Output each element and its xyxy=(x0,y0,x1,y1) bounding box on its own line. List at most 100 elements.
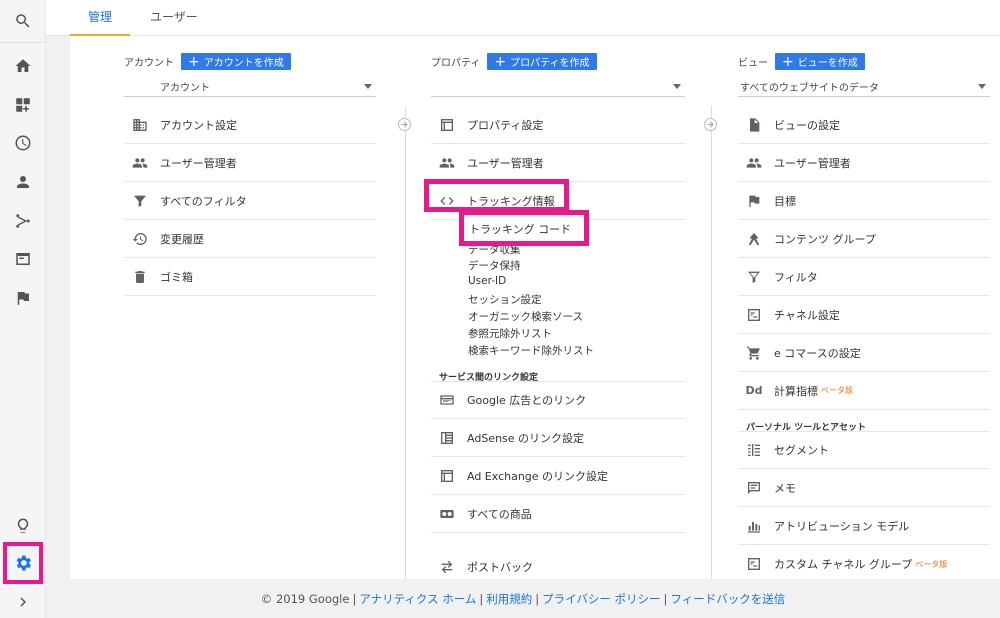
terms-link[interactable]: 利用規約 xyxy=(486,591,532,607)
calculated-metrics-item[interactable]: Dd 計算指標 ベータ版 xyxy=(738,372,990,410)
top-tab-bar: 管理 ユーザー xyxy=(46,0,1000,36)
beta-badge: ベータ版 xyxy=(821,386,853,395)
adsense-linking-item[interactable]: AdSense のリンク設定 xyxy=(431,419,685,457)
channel-icon xyxy=(746,307,762,323)
view-filters-item[interactable]: フィルタ xyxy=(738,258,990,296)
content-grouping-item[interactable]: コンテンツ グループ xyxy=(738,220,990,258)
footer-separator: | xyxy=(663,591,668,606)
footer-separator: | xyxy=(535,591,540,606)
account-change-history-item[interactable]: 変更履歴 xyxy=(124,220,376,258)
all-products-item[interactable]: すべての商品 xyxy=(431,495,685,533)
custom-channel-groupings-item[interactable]: カスタム チャネル グループ ベータ版 xyxy=(738,545,990,583)
create-view-button[interactable]: + ビューを作成 xyxy=(775,53,865,70)
account-all-filters-item[interactable]: すべてのフィルタ xyxy=(124,182,376,220)
copyright-text: © 2019 Google xyxy=(260,591,350,606)
column-divider-2 xyxy=(711,106,712,579)
view-selector[interactable]: すべてのウェブサイトのデータ xyxy=(738,77,990,97)
window-icon xyxy=(439,468,455,484)
account-trash-item[interactable]: ゴミ箱 xyxy=(124,258,376,296)
customization-icon[interactable] xyxy=(13,95,33,115)
property-selector[interactable] xyxy=(431,77,685,97)
lightbulb-icon[interactable] xyxy=(13,516,33,536)
home-icon[interactable] xyxy=(13,56,33,76)
referral-exclusion-link[interactable]: 参照元除外リスト xyxy=(468,326,552,341)
segments-item[interactable]: セグメント xyxy=(738,431,990,469)
privacy-policy-link[interactable]: プライバシー ポリシー xyxy=(542,591,660,607)
postback-icon xyxy=(439,559,455,575)
people-icon xyxy=(746,155,762,171)
note-icon xyxy=(746,480,762,496)
tab-users[interactable]: ユーザー xyxy=(132,0,216,36)
create-account-button[interactable]: + アカウントを作成 xyxy=(181,53,291,70)
dd-icon: Dd xyxy=(745,384,763,397)
footer-separator: | xyxy=(479,591,484,606)
account-settings-item[interactable]: アカウント設定 xyxy=(124,106,376,144)
admin-settings-highlight[interactable] xyxy=(3,542,43,584)
window-icon xyxy=(439,117,455,133)
caret-down-icon xyxy=(978,84,986,89)
attribution-models-item[interactable]: アトリビューション モデル xyxy=(738,507,990,545)
plus-icon: + xyxy=(188,53,200,70)
bars-icon xyxy=(746,518,762,534)
audience-person-icon[interactable] xyxy=(13,172,33,192)
search-icon[interactable] xyxy=(13,11,33,31)
behavior-icon[interactable] xyxy=(13,249,33,269)
segment-icon xyxy=(746,442,762,458)
document-icon xyxy=(746,117,762,133)
organic-search-sources-link[interactable]: オーガニック検索ソース xyxy=(468,309,583,324)
building-icon xyxy=(132,117,148,133)
arrow-right-circle-icon xyxy=(398,118,411,131)
footer-separator: | xyxy=(352,591,357,606)
data-retention-link[interactable]: データ保持 xyxy=(468,258,521,273)
filter-icon xyxy=(132,193,148,209)
realtime-clock-icon[interactable] xyxy=(13,133,33,153)
annotations-item[interactable]: メモ xyxy=(738,469,990,507)
create-property-button[interactable]: + プロパティを作成 xyxy=(487,53,597,70)
user-id-link[interactable]: User-ID xyxy=(468,275,506,287)
arrow-right-circle-icon xyxy=(704,118,717,131)
caret-down-icon xyxy=(673,84,681,89)
tracking-code-highlight: トラッキング コード xyxy=(459,210,589,246)
flag-icon xyxy=(746,193,762,209)
footer: © 2019 Google | アナリティクス ホーム | 利用規約 | プライ… xyxy=(46,579,1000,618)
channel-settings-item[interactable]: チャネル設定 xyxy=(738,296,990,334)
account-user-management-item[interactable]: ユーザー管理者 xyxy=(124,144,376,182)
column-divider-1 xyxy=(405,106,406,579)
ecommerce-settings-item[interactable]: e コマースの設定 xyxy=(738,334,990,372)
beta-badge: ベータ版 xyxy=(915,559,948,569)
tracking-code-highlight-label[interactable]: トラッキング コード xyxy=(469,221,571,237)
plus-icon: + xyxy=(494,53,507,70)
goals-item[interactable]: 目標 xyxy=(738,182,990,220)
account-selector[interactable]: アカウント xyxy=(124,77,376,97)
account-header: アカウント + アカウントを作成 xyxy=(124,53,291,70)
rail-divider xyxy=(0,42,46,43)
ads-icon xyxy=(439,392,455,408)
view-settings-item[interactable]: ビューの設定 xyxy=(738,106,990,144)
history-icon xyxy=(132,231,148,247)
search-term-exclusion-link[interactable]: 検索キーワード除外リスト xyxy=(468,343,594,358)
people-icon xyxy=(132,155,148,171)
conversions-flag-icon[interactable] xyxy=(13,288,33,308)
property-user-management-item[interactable]: ユーザー管理者 xyxy=(431,144,685,182)
view-user-management-item[interactable]: ユーザー管理者 xyxy=(738,144,990,182)
property-settings-item[interactable]: プロパティ設定 xyxy=(431,106,685,144)
acquisition-icon[interactable] xyxy=(13,211,33,231)
products-icon xyxy=(439,506,455,522)
property-label: プロパティ xyxy=(431,58,481,69)
filter-icon xyxy=(746,269,762,285)
caret-down-icon xyxy=(364,84,372,89)
people-icon xyxy=(439,155,455,171)
expand-chevron-icon[interactable] xyxy=(13,592,33,612)
ad-exchange-linking-item[interactable]: Ad Exchange のリンク設定 xyxy=(431,457,685,495)
adsense-icon xyxy=(439,430,455,446)
google-ads-linking-item[interactable]: Google 広告とのリンク xyxy=(431,381,685,419)
session-settings-link[interactable]: セッション設定 xyxy=(468,292,542,307)
gear-icon xyxy=(16,555,32,571)
send-feedback-link[interactable]: フィードバックを送信 xyxy=(670,591,785,607)
content-group-icon xyxy=(746,231,762,247)
account-label: アカウント xyxy=(124,58,174,69)
left-nav-rail xyxy=(0,0,46,618)
tab-admin[interactable]: 管理 xyxy=(70,0,131,36)
analytics-home-link[interactable]: アナリティクス ホーム xyxy=(359,591,476,607)
cart-icon xyxy=(746,345,762,361)
